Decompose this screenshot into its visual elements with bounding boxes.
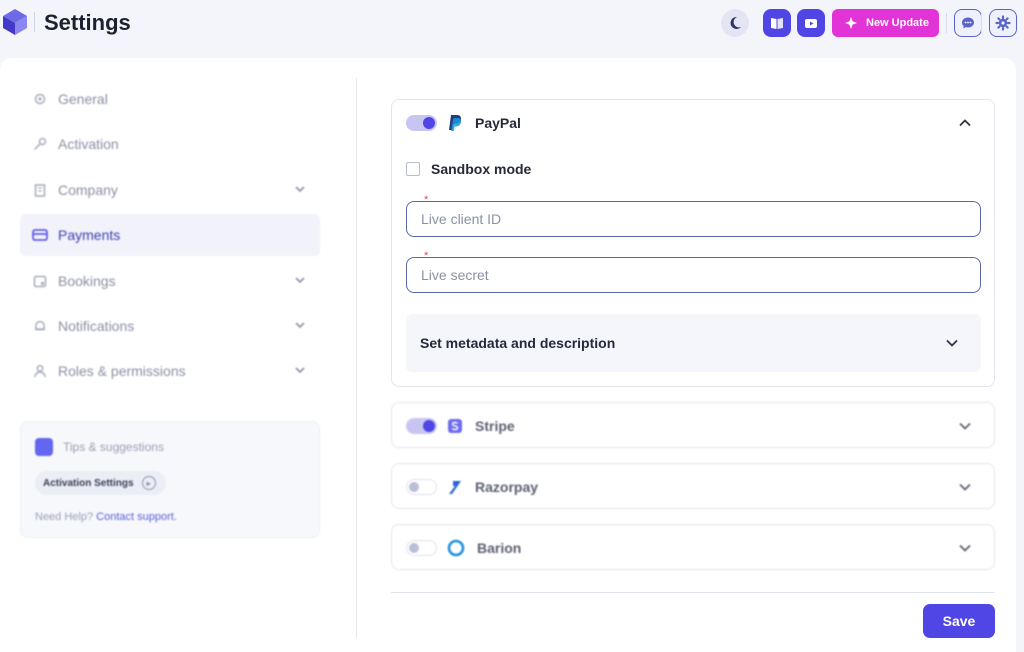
youtube-icon xyxy=(805,19,817,28)
chevron-down-icon xyxy=(959,422,971,430)
chip-label: Activation Settings xyxy=(43,477,134,489)
stripe-header: Stripe xyxy=(406,403,515,449)
sidebar-item-notifications[interactable]: Notifications xyxy=(20,305,320,347)
stripe-toggle[interactable] xyxy=(406,418,437,434)
tips-title: Tips & suggestions xyxy=(63,440,164,454)
settings-button[interactable] xyxy=(989,9,1017,37)
barion-card[interactable]: Barion xyxy=(391,524,995,570)
barion-toggle[interactable] xyxy=(406,540,437,556)
sidebar-divider xyxy=(356,78,357,638)
video-tutorial-button[interactable] xyxy=(797,9,825,37)
razorpay-logo-icon xyxy=(449,481,461,494)
header-separator xyxy=(981,13,982,33)
card-icon xyxy=(32,227,48,243)
calendar-icon xyxy=(32,273,48,289)
stripe-card[interactable]: Stripe xyxy=(391,402,995,448)
contact-support-link[interactable]: Contact support. xyxy=(96,511,177,523)
header-separator xyxy=(946,13,947,33)
barion-name: Barion xyxy=(477,540,522,556)
chat-icon xyxy=(962,17,974,29)
top-header: Settings New Update xyxy=(0,0,1024,48)
arrow-right-icon: ▸ xyxy=(141,476,156,490)
tips-icon xyxy=(35,438,53,456)
live-client-id-field[interactable] xyxy=(406,201,981,237)
sidebar-item-bookings[interactable]: Bookings xyxy=(20,260,320,302)
razorpay-header: Razorpay xyxy=(406,464,538,510)
paypal-header: PayPal xyxy=(406,100,521,146)
razorpay-toggle[interactable] xyxy=(406,479,437,495)
sidebar-item-label: Bookings xyxy=(58,272,116,289)
header-divider xyxy=(34,12,35,32)
chevron-down-icon xyxy=(959,544,971,552)
sidebar-item-general[interactable]: General xyxy=(20,78,320,120)
sandbox-checkbox[interactable] xyxy=(406,162,420,176)
paypal-logo-icon xyxy=(449,115,462,131)
paypal-toggle[interactable] xyxy=(406,115,437,131)
chat-button[interactable] xyxy=(954,9,982,37)
help-text: Need Help? Contact support. xyxy=(35,511,177,523)
building-icon xyxy=(32,182,48,198)
live-secret-field[interactable] xyxy=(406,257,981,293)
sidebar-item-label: Roles & permissions xyxy=(58,363,186,380)
sandbox-mode[interactable]: Sandbox mode xyxy=(406,161,531,177)
chevron-down-icon xyxy=(295,367,305,374)
help-prefix: Need Help? xyxy=(35,511,94,523)
chevron-up-icon[interactable] xyxy=(958,116,972,130)
barion-header: Barion xyxy=(406,525,521,571)
user-icon xyxy=(32,363,48,379)
tips-header: Tips & suggestions xyxy=(35,438,164,456)
sidebar-item-roles-permissions[interactable]: Roles & permissions xyxy=(20,350,320,392)
chevron-down-icon xyxy=(295,186,305,192)
save-button[interactable]: Save xyxy=(923,604,995,638)
gear-icon xyxy=(32,91,48,107)
new-update-button[interactable]: New Update xyxy=(832,9,939,37)
dark-mode-button[interactable] xyxy=(721,9,749,37)
sparkle-icon xyxy=(845,17,857,29)
documentation-button[interactable] xyxy=(763,9,791,37)
activation-settings-chip[interactable]: Activation Settings ▸ xyxy=(35,471,166,495)
page-title: Settings xyxy=(44,10,131,35)
tips-panel: Tips & suggestions Activation Settings ▸… xyxy=(20,421,320,538)
paypal-card: PayPal Sandbox mode * * Set metadata and… xyxy=(391,99,995,387)
gear-icon xyxy=(995,15,1011,31)
barion-logo-icon xyxy=(447,539,465,557)
razorpay-card[interactable]: Razorpay xyxy=(391,463,995,509)
sidebar-item-label: General xyxy=(58,91,108,107)
paypal-name: PayPal xyxy=(475,115,521,131)
settings-sidebar: General Activation Company Payments Book… xyxy=(20,78,320,396)
sandbox-label: Sandbox mode xyxy=(431,161,532,177)
razorpay-name: Razorpay xyxy=(475,479,539,495)
new-update-label: New Update xyxy=(866,17,929,29)
sidebar-item-label: Activation xyxy=(58,136,119,153)
logo-icon xyxy=(3,9,27,35)
chevron-down-icon xyxy=(959,483,971,491)
sidebar-item-payments[interactable]: Payments xyxy=(20,214,320,257)
sidebar-item-label: Payments xyxy=(58,227,121,244)
book-icon xyxy=(771,18,783,29)
stripe-logo-icon xyxy=(448,419,462,433)
metadata-description-accordion[interactable]: Set metadata and description xyxy=(406,314,981,372)
moon-icon xyxy=(730,16,741,29)
bell-icon xyxy=(32,318,48,334)
sidebar-item-activation[interactable]: Activation xyxy=(20,123,320,165)
chevron-down-icon xyxy=(946,339,958,347)
sidebar-item-label: Notifications xyxy=(58,317,135,334)
chevron-down-icon xyxy=(295,322,305,329)
stripe-name: Stripe xyxy=(475,418,515,434)
sidebar-item-label: Company xyxy=(58,181,118,198)
chevron-down-icon xyxy=(295,276,305,283)
metadata-label: Set metadata and description xyxy=(420,335,616,351)
sidebar-item-company[interactable]: Company xyxy=(20,169,320,211)
footer-divider xyxy=(391,592,995,593)
key-icon xyxy=(32,136,48,152)
